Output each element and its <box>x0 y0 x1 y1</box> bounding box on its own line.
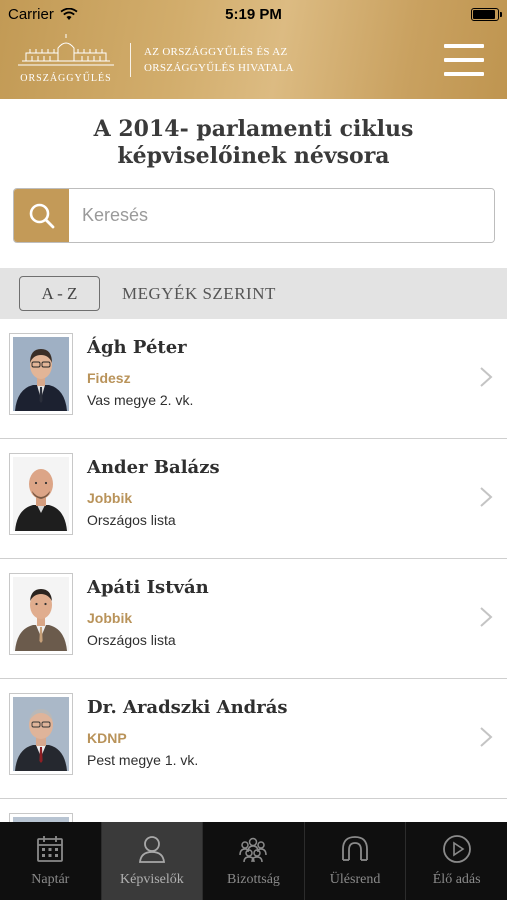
organization-name: AZ ORSZÁGGYŰLÉS ÉS AZ ORSZÁGGYŰLÉS HIVAT… <box>144 44 294 76</box>
member-party: Jobbik <box>87 610 133 626</box>
calendar-icon <box>37 836 64 862</box>
member-photo <box>9 573 73 655</box>
tab-committee[interactable]: Bizottság <box>202 822 304 900</box>
tab-label: Ülésrend <box>329 872 381 887</box>
member-list: Ágh Péter Fidesz Vas megye 2. vk. Ander … <box>0 319 507 900</box>
tab-representatives[interactable]: Képviselők <box>100 822 203 900</box>
tab-calendar[interactable]: Naptár <box>0 822 101 900</box>
logo-text: ORSZÁGGYŰLÉS <box>20 73 112 84</box>
org-line-1: AZ ORSZÁGGYŰLÉS ÉS AZ <box>144 46 288 58</box>
status-bar: Carrier 5:19 PM <box>0 0 507 28</box>
org-line-2: ORSZÁGGYŰLÉS HIVATALA <box>144 62 294 74</box>
tab-live[interactable]: Élő adás <box>405 822 507 900</box>
list-item[interactable]: Dr. Aradszki András KDNP Pest megye 1. v… <box>0 679 507 799</box>
tab-seating[interactable]: Ülésrend <box>303 822 406 900</box>
tab-label: Bizottság <box>227 872 280 887</box>
page-title: A 2014- parlamenti ciklus képviselőinek … <box>93 116 414 169</box>
member-photo <box>9 333 73 415</box>
sort-filter-bar: A - Z MEGYÉK SZERINT <box>0 268 507 319</box>
search-icon <box>29 203 54 228</box>
tab-bar: Naptár Képviselők Bizottság Ülésrend Élő… <box>0 822 507 900</box>
list-item[interactable]: Ágh Péter Fidesz Vas megye 2. vk. <box>0 319 507 439</box>
member-name: Apáti István <box>87 577 209 598</box>
hamburger-menu-icon[interactable] <box>444 44 484 76</box>
battery-icon <box>471 7 502 21</box>
chevron-right-icon <box>480 367 493 387</box>
tab-label: Élő adás <box>432 872 481 887</box>
search-bar <box>13 188 495 243</box>
portrait-image <box>13 577 69 651</box>
tab-label: Képviselők <box>120 872 184 887</box>
search-button[interactable] <box>14 189 69 242</box>
member-party: Jobbik <box>87 490 133 506</box>
play-icon <box>442 835 471 863</box>
tab-label: Naptár <box>31 872 70 887</box>
sort-by-county-button[interactable]: MEGYÉK SZERINT <box>122 284 276 304</box>
member-party: KDNP <box>87 730 127 746</box>
portrait-image <box>13 337 69 411</box>
sort-az-button[interactable]: A - Z <box>19 276 100 311</box>
member-photo <box>9 693 73 775</box>
search-input[interactable] <box>69 189 494 242</box>
member-photo <box>9 453 73 535</box>
header-divider <box>130 43 131 77</box>
seating-icon <box>342 836 368 861</box>
list-item[interactable]: Ander Balázs Jobbik Országos lista <box>0 439 507 559</box>
person-icon <box>138 836 165 863</box>
member-party: Fidesz <box>87 370 131 386</box>
member-name: Ander Balázs <box>87 457 220 478</box>
chevron-right-icon <box>480 607 493 627</box>
portrait-image <box>13 457 69 531</box>
portrait-image <box>13 697 69 771</box>
parliament-building-icon <box>18 34 114 66</box>
member-district: Pest megye 1. vk. <box>87 752 199 768</box>
parliament-logo[interactable]: ORSZÁGGYŰLÉS <box>14 34 118 84</box>
list-item[interactable]: Apáti István Jobbik Országos lista <box>0 559 507 679</box>
carrier-label: Carrier <box>8 5 54 23</box>
chevron-right-icon <box>480 727 493 747</box>
member-name: Dr. Aradszki András <box>87 697 288 718</box>
wifi-icon <box>60 7 78 20</box>
member-district: Országos lista <box>87 512 176 528</box>
group-icon <box>239 837 268 863</box>
member-name: Ágh Péter <box>87 337 187 358</box>
chevron-right-icon <box>480 487 493 507</box>
member-district: Vas megye 2. vk. <box>87 392 194 408</box>
member-district: Országos lista <box>87 632 176 648</box>
